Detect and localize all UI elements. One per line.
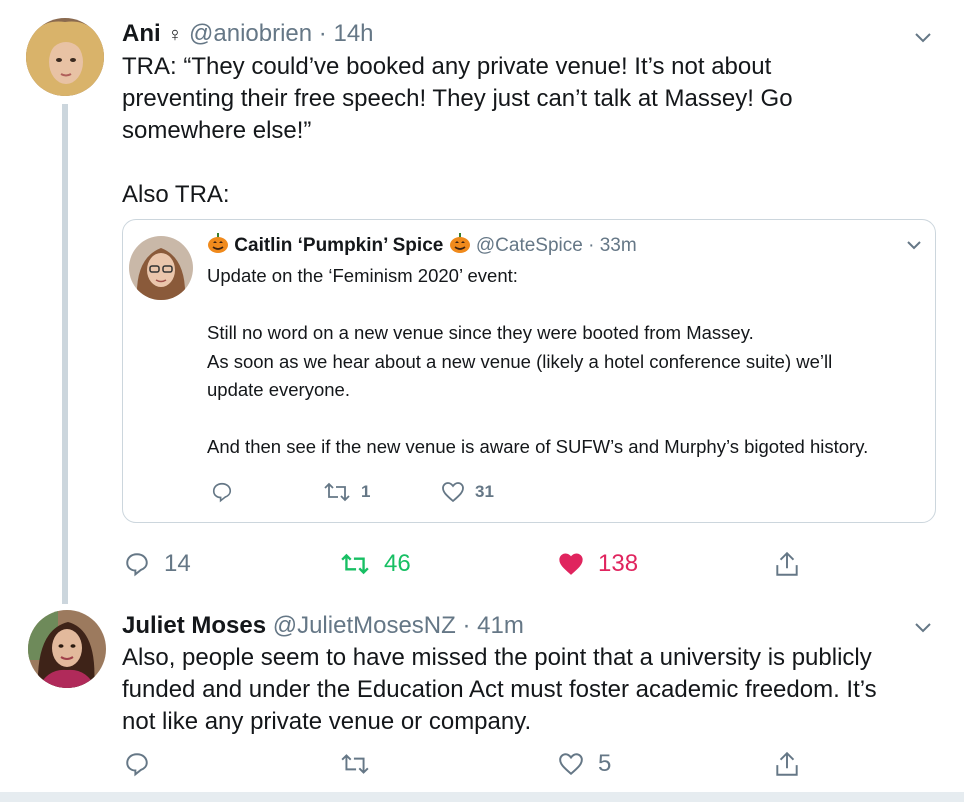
reply-button[interactable]: [124, 744, 150, 784]
tweet-actions: 5: [0, 744, 964, 784]
separator: ·: [588, 235, 595, 256]
retweet-button[interactable]: [340, 744, 370, 784]
quoted-like-button[interactable]: 31: [441, 472, 494, 512]
timeline-divider: [0, 792, 964, 802]
thread-line: [62, 104, 68, 604]
retweet-icon: [324, 482, 350, 502]
quoted-text: Update on the ‘Feminism 2020’ event: Sti…: [207, 265, 869, 457]
author-name[interactable]: Ani: [122, 20, 161, 47]
reply-icon: [126, 753, 148, 777]
share-icon: [776, 751, 798, 776]
quoted-like-count: 31: [475, 482, 494, 501]
share-icon: [776, 551, 798, 576]
heart-icon: [559, 753, 583, 776]
tweet-header: Juliet Moses @JulietMosesNZ · 41m: [122, 612, 524, 640]
like-button[interactable]: 138: [558, 544, 638, 584]
venus-symbol-icon: ♀: [167, 24, 183, 46]
like-button[interactable]: 5: [558, 744, 611, 784]
quoted-retweet-count: 1: [361, 482, 371, 501]
quoted-tweet[interactable]: Caitlin ‘Pumpkin’ Spice @CateSpice · 33m…: [122, 219, 936, 523]
quoted-timestamp[interactable]: 33m: [600, 235, 637, 256]
retweet-count: 46: [384, 550, 411, 577]
tweet-text: Also, people seem to have missed the poi…: [122, 644, 877, 735]
tweet-juliet[interactable]: Juliet Moses @JulietMosesNZ · 41m Also, …: [0, 604, 964, 792]
pumpkin-icon: [207, 232, 229, 260]
chevron-down-icon[interactable]: [905, 236, 923, 254]
tweet-header: Ani ♀ @aniobrien · 14h: [122, 20, 374, 48]
chevron-down-icon[interactable]: [912, 616, 934, 638]
timestamp[interactable]: 41m: [477, 612, 524, 639]
separator: ·: [462, 612, 471, 639]
pumpkin-icon: [449, 232, 471, 260]
retweet-icon: [341, 553, 369, 575]
tweet-actions: 14 46 138: [0, 544, 964, 584]
tweet-ani[interactable]: Ani ♀ @aniobrien · 14h TRA: “They could’…: [0, 0, 964, 604]
reply-icon: [126, 553, 148, 577]
quoted-retweet-button[interactable]: 1: [323, 472, 370, 512]
heart-icon: [442, 482, 464, 503]
like-count: 5: [598, 750, 612, 777]
quoted-author-name[interactable]: Caitlin ‘Pumpkin’ Spice: [234, 235, 443, 256]
author-handle[interactable]: @aniobrien: [189, 20, 312, 47]
separator: ·: [318, 20, 327, 47]
author-handle[interactable]: @JulietMosesNZ: [273, 612, 456, 639]
reply-count: 14: [164, 550, 191, 577]
heart-filled-icon: [559, 553, 583, 575]
tweet-text: TRA: “They could’ve booked any private v…: [122, 53, 793, 208]
quoted-reply-button[interactable]: [211, 472, 233, 512]
like-count: 138: [598, 550, 639, 577]
avatar-catespice[interactable]: [129, 236, 193, 300]
reply-icon: [212, 482, 232, 503]
chevron-down-icon[interactable]: [912, 26, 934, 48]
reply-button[interactable]: 14: [124, 544, 191, 584]
quoted-author-handle[interactable]: @CateSpice: [476, 235, 583, 256]
share-button[interactable]: [774, 744, 800, 784]
avatar-juliet[interactable]: [28, 610, 106, 688]
share-button[interactable]: [774, 544, 800, 584]
retweet-icon: [341, 754, 369, 774]
timestamp[interactable]: 14h: [333, 20, 373, 47]
quoted-header: Caitlin ‘Pumpkin’ Spice @CateSpice · 33m: [207, 232, 637, 260]
author-name[interactable]: Juliet Moses: [122, 612, 266, 639]
avatar-ani[interactable]: [26, 18, 104, 96]
retweet-button[interactable]: 46: [340, 544, 411, 584]
